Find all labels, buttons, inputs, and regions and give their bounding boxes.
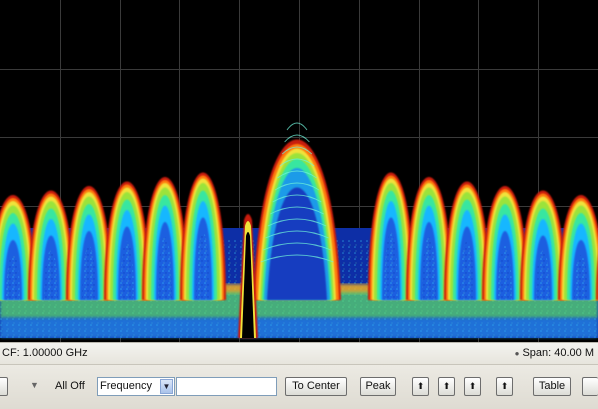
center-frequency-readout: CF: 1.00000 GHz xyxy=(2,347,88,359)
to-center-button[interactable]: To Center xyxy=(285,377,347,396)
overflow-button[interactable] xyxy=(582,377,598,396)
marker-toolbar: ▼ All Off Frequency ▼ To Center Peak ⬆ ⬆… xyxy=(0,364,598,409)
noise-band-low xyxy=(0,318,598,338)
spectrum-display[interactable] xyxy=(0,0,598,342)
chevron-down-icon[interactable]: ▼ xyxy=(160,379,173,394)
span-value: Span: 40.00 M xyxy=(522,347,594,359)
spectrum-analyzer-window: CF: 1.00000 GHz ● Span: 40.00 M ▼ All Off… xyxy=(0,0,598,409)
arrow-up-icon: ⬆ xyxy=(500,381,509,391)
arrow-up-icon: ⬆ xyxy=(442,381,451,391)
main-lobe-ripple xyxy=(286,122,308,131)
table-button[interactable]: Table xyxy=(533,377,571,396)
next-peak-right-button[interactable]: ⬆ xyxy=(496,377,513,396)
main-lobe xyxy=(253,122,341,300)
cutoff-button[interactable] xyxy=(0,377,8,396)
span-bullet-icon: ● xyxy=(514,349,520,358)
spectrum-plot xyxy=(0,0,598,342)
arrow-up-icon: ⬆ xyxy=(416,381,425,391)
arrow-up-icon: ⬆ xyxy=(468,381,477,391)
chevron-down-icon[interactable]: ▼ xyxy=(30,380,39,390)
peak-button[interactable]: Peak xyxy=(360,377,396,396)
marker-readout-value: Frequency xyxy=(100,380,152,392)
status-bar: CF: 1.00000 GHz ● Span: 40.00 M xyxy=(0,342,598,365)
next-peak-down-button[interactable]: ⬆ xyxy=(438,377,455,396)
marker-readout-select[interactable]: Frequency ▼ xyxy=(97,377,175,396)
next-peak-left-button[interactable]: ⬆ xyxy=(464,377,481,396)
span-readout: ● Span: 40.00 M xyxy=(515,347,594,359)
next-peak-up-button[interactable]: ⬆ xyxy=(412,377,429,396)
all-off-label[interactable]: All Off xyxy=(55,380,85,392)
marker-frequency-input[interactable] xyxy=(176,377,277,396)
